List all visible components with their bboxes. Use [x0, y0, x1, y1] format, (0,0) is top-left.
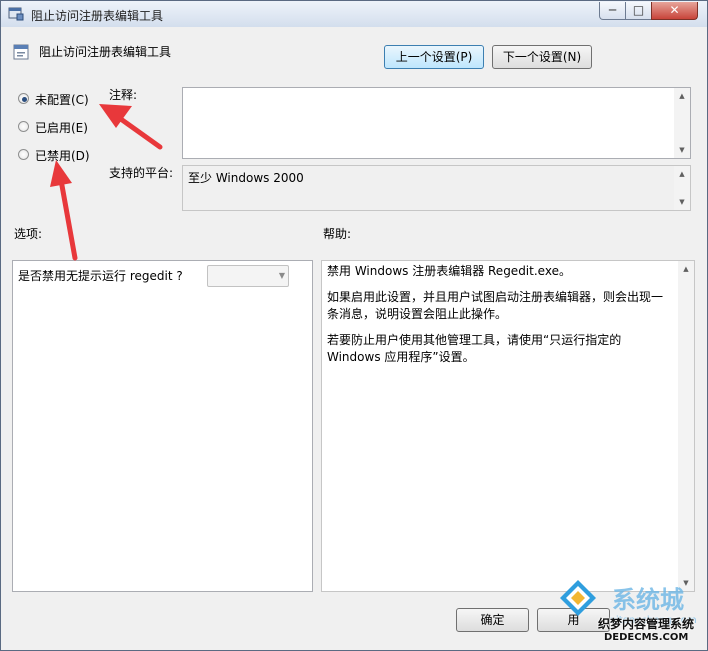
- help-section-label: 帮助:: [323, 227, 352, 241]
- radio-label: 已禁用(D): [35, 149, 90, 163]
- minimize-icon: ─: [608, 3, 617, 17]
- options-section-label: 选项:: [14, 227, 43, 241]
- previous-setting-button[interactable]: 上一个设置(P): [384, 45, 484, 69]
- minimize-button[interactable]: ─: [599, 2, 626, 20]
- policy-title: 阻止访问注册表编辑工具: [39, 45, 172, 59]
- radio-button[interactable]: [18, 121, 29, 132]
- comment-label: 注释:: [109, 88, 138, 102]
- watermark-logo-icon: [560, 580, 596, 616]
- radio-selected-dot: [21, 96, 27, 102]
- watermark-brand: 系统城: [612, 586, 684, 614]
- comment-scrollbar[interactable]: ▲ ▼: [674, 88, 690, 158]
- close-button[interactable]: ✕: [651, 2, 698, 20]
- help-paragraph: 如果启用此设置，并且用户试图启动注册表编辑器，则会出现一条消息，说明设置会阻止此…: [327, 290, 664, 321]
- help-scrollbar[interactable]: ▲ ▼: [678, 261, 694, 591]
- platform-scrollbar[interactable]: ▲ ▼: [674, 166, 690, 210]
- help-paragraph: 若要防止用户使用其他管理工具，请使用“只运行指定的 Windows 应用程序”设…: [327, 333, 622, 364]
- scroll-down-icon[interactable]: ▼: [674, 194, 690, 210]
- regedit-dropdown[interactable]: ▼: [207, 265, 289, 287]
- scroll-up-icon[interactable]: ▲: [674, 166, 690, 182]
- scroll-up-icon[interactable]: ▲: [678, 261, 694, 277]
- next-setting-button[interactable]: 下一个设置(N): [492, 45, 592, 69]
- watermark: 系统城 xitongcheng.com 织梦内容管理系统 DEDECMS.COM: [552, 578, 708, 651]
- policy-editor-icon: [8, 7, 24, 21]
- chevron-down-icon: ▼: [278, 271, 285, 280]
- radio-button[interactable]: [18, 149, 29, 160]
- options-pane: 是否禁用无提示运行 regedit ? ▼: [12, 260, 313, 592]
- maximize-icon: □: [632, 3, 645, 17]
- platform-field: 至少 Windows 2000 ▲ ▼: [182, 165, 691, 211]
- overlay-domain: DEDECMS.COM: [604, 632, 689, 643]
- help-text: 禁用 Windows 注册表编辑器 Regedit.exe。 如果启用此设置，并…: [327, 263, 674, 375]
- close-icon: ✕: [669, 3, 680, 17]
- radio-button[interactable]: [18, 93, 29, 104]
- radio-label: 已启用(E): [35, 121, 88, 135]
- help-paragraph: 禁用 Windows 注册表编辑器 Regedit.exe。: [327, 264, 571, 278]
- radio-label: 未配置(C): [35, 93, 89, 107]
- title-bar[interactable]: 阻止访问注册表编辑工具 ─ □ ✕: [1, 1, 707, 27]
- scroll-up-icon[interactable]: ▲: [674, 88, 690, 104]
- policy-setting-icon: [13, 44, 29, 60]
- window-title: 阻止访问注册表编辑工具: [31, 9, 164, 23]
- platform-label: 支持的平台:: [109, 166, 174, 180]
- platform-value: 至少 Windows 2000: [188, 171, 304, 185]
- policy-window: 阻止访问注册表编辑工具 ─ □ ✕ 阻止访问注册表编辑工具 上一个设置(P) 下…: [0, 0, 708, 651]
- maximize-button[interactable]: □: [625, 2, 652, 20]
- comment-textarea[interactable]: ▲ ▼: [182, 87, 691, 159]
- ok-button[interactable]: 确定: [456, 608, 529, 632]
- overlay-title: 织梦内容管理系统: [598, 617, 695, 631]
- help-pane: 禁用 Windows 注册表编辑器 Regedit.exe。 如果启用此设置，并…: [321, 260, 695, 592]
- scroll-down-icon[interactable]: ▼: [674, 142, 690, 158]
